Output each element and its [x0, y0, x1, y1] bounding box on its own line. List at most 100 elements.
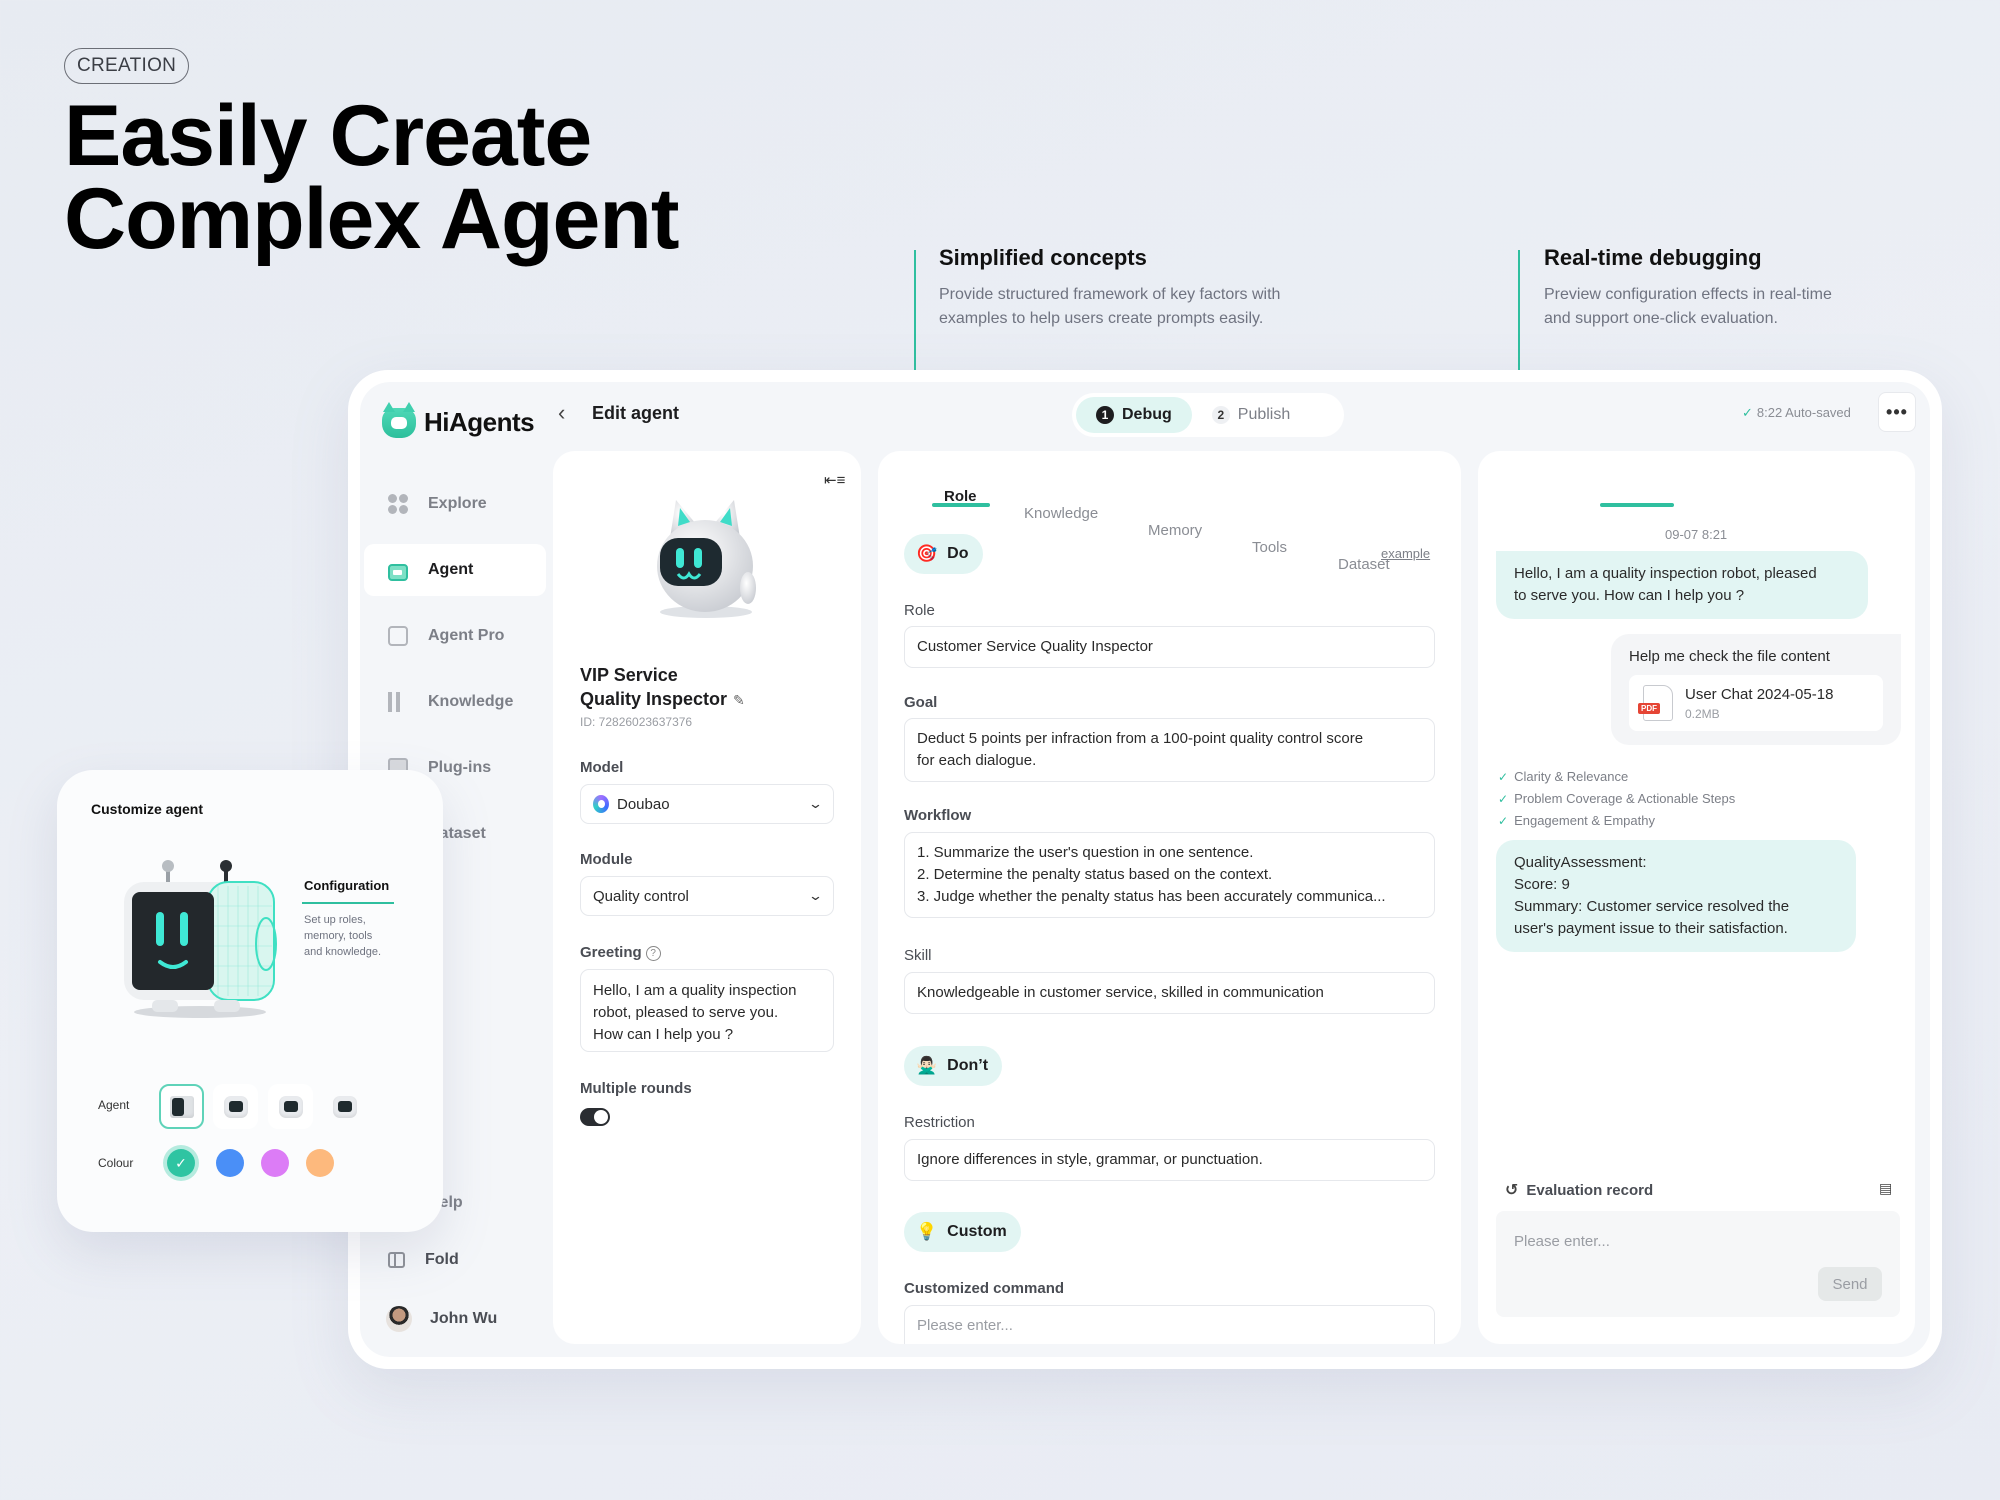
collapse-panel-icon[interactable]: ⇤≡	[824, 471, 845, 489]
chat-timestamp: 09-07 8:21	[1665, 527, 1728, 542]
more-options-button[interactable]: •••	[1878, 392, 1916, 432]
lightbulb-icon: 💡	[916, 1222, 938, 1241]
custom-section-header: 💡 Custom	[904, 1212, 1021, 1252]
fold-label: Fold	[425, 1251, 459, 1268]
message-input[interactable]	[1496, 1211, 1900, 1317]
module-label: Module	[580, 851, 633, 868]
agent-name: VIP Service Quality Inspector ✎	[580, 663, 745, 712]
custom-command-input[interactable]: Please enter...	[904, 1305, 1435, 1344]
do-section-header: 🎯 Do	[904, 534, 983, 574]
section-label: Don’t	[947, 1057, 989, 1074]
active-tab-indicator	[932, 503, 990, 507]
message-text: Help me check the file content	[1629, 648, 1830, 665]
greeting-textarea[interactable]: Hello, I am a quality inspection robot, …	[580, 969, 834, 1052]
agent-option-round[interactable]	[213, 1084, 258, 1129]
colour-swatch-purple[interactable]	[261, 1149, 289, 1177]
target-icon: 🎯	[916, 544, 938, 563]
sidebar-item-label: Plug-ins	[428, 759, 492, 776]
doubao-model-icon	[593, 795, 609, 813]
skill-input[interactable]: Knowledgeable in customer service, skill…	[904, 972, 1435, 1014]
step-debug[interactable]: 1 Debug	[1076, 397, 1192, 433]
check-icon: ✓	[1742, 405, 1753, 420]
help-circle-icon[interactable]: ?	[645, 946, 661, 961]
category-badge: CREATION	[64, 48, 190, 84]
description-line: and knowledge.	[304, 946, 382, 958]
user-name: John Wu	[430, 1310, 498, 1327]
send-button[interactable]: Send	[1818, 1267, 1882, 1301]
message-line: Summary: Customer service resolved the	[1514, 898, 1790, 915]
cube-robot-illustration	[124, 860, 277, 1018]
sidebar-item-label: Agent	[428, 561, 474, 578]
restriction-input[interactable]: Ignore differences in style, grammar, or…	[904, 1139, 1435, 1181]
workflow-step: 3. Judge whether the penalty status has …	[917, 888, 1386, 905]
user-profile[interactable]: John Wu	[364, 1293, 546, 1345]
example-link[interactable]: example	[1381, 546, 1430, 561]
fold-sidebar-button[interactable]: Fold	[364, 1234, 546, 1286]
callout-text-line: Provide structured framework of key fact…	[939, 286, 1281, 303]
agent-avatar-image[interactable]	[640, 496, 770, 620]
autosave-status: ✓ 8:22 Auto-saved	[1742, 405, 1851, 421]
sidebar-item-label: Knowledge	[428, 693, 514, 710]
agent-pro-icon	[388, 626, 408, 646]
restriction-label: Restriction	[904, 1114, 975, 1131]
role-input[interactable]: Customer Service Quality Inspector	[904, 626, 1435, 668]
callout-title: Simplified concepts	[939, 245, 1147, 270]
module-select[interactable]: Quality control ⌄	[580, 876, 834, 916]
multiple-rounds-toggle[interactable]	[580, 1108, 610, 1126]
agent-option-mini[interactable]	[322, 1084, 367, 1129]
goal-textarea[interactable]: Deduct 5 points per infraction from a 10…	[904, 718, 1435, 782]
evaluation-record-button[interactable]: ↺ Evaluation record	[1505, 1180, 1653, 1200]
customize-card-title: Customize agent	[91, 801, 204, 817]
user-avatar	[386, 1306, 412, 1332]
file-attachment[interactable]: PDF User Chat 2024-05-18 0.2MB	[1629, 675, 1883, 731]
model-label: Model	[580, 759, 624, 776]
explore-icon	[388, 494, 408, 514]
callout-text-line: examples to help users create prompts ea…	[939, 310, 1264, 327]
criteria-label: Engagement & Empathy	[1514, 813, 1655, 828]
agent-option-cube[interactable]	[159, 1084, 204, 1129]
step-publish[interactable]: 2 Publish	[1192, 397, 1310, 433]
criteria-item: ✓ Problem Coverage & Actionable Steps	[1498, 788, 1735, 810]
hero-title: Easily Create Complex Agent	[64, 93, 680, 267]
autosave-label: Auto-saved	[1785, 405, 1851, 420]
hero-title-line-2: Complex Agent	[64, 171, 680, 267]
colour-swatch-teal[interactable]: ✓	[167, 1149, 195, 1177]
callout-simplified-concepts: Simplified concepts Provide structured f…	[939, 245, 1359, 331]
back-button[interactable]: ‹	[558, 400, 565, 426]
workflow-step: 2. Determine the penalty status based on…	[917, 866, 1273, 883]
sidebar-item-explore[interactable]: Explore	[364, 478, 546, 530]
step-number: 2	[1211, 406, 1230, 424]
active-tab-indicator	[1600, 503, 1674, 507]
more-icon: •••	[1886, 401, 1908, 422]
model-select[interactable]: Doubao ⌄	[580, 784, 834, 824]
goal-label: Goal	[904, 694, 938, 711]
sidebar-item-agent[interactable]: Agent	[364, 544, 546, 596]
criteria-label: Clarity & Relevance	[1514, 769, 1629, 784]
bot-message: Hello, I am a quality inspection robot, …	[1496, 551, 1868, 619]
agent-option-cat[interactable]	[268, 1084, 313, 1129]
edit-pencil-icon[interactable]: ✎	[733, 692, 745, 708]
colour-swatch-orange[interactable]	[306, 1149, 334, 1177]
no-gesture-icon: 🙅🏻‍♂️	[916, 1056, 938, 1075]
evaluation-record-label: Evaluation record	[1526, 1181, 1654, 1199]
model-value: Doubao	[617, 795, 670, 813]
message-line: Hello, I am a quality inspection robot, …	[1514, 565, 1817, 582]
brand-name: HiAgents	[424, 407, 535, 437]
sidebar-item-agent-pro[interactable]: Agent Pro	[364, 610, 546, 662]
workflow-textarea[interactable]: 1. Summarize the user's question in one …	[904, 832, 1435, 918]
clear-history-icon[interactable]: ▤	[1879, 1180, 1892, 1197]
colour-swatch-blue[interactable]	[216, 1149, 244, 1177]
file-name: User Chat 2024-05-18	[1685, 685, 1834, 703]
message-line: QualityAssessment:	[1514, 854, 1647, 871]
agent-name-line: Quality Inspector	[580, 689, 728, 709]
sidebar-item-knowledge[interactable]: Knowledge	[364, 676, 546, 728]
colour-picker-label: Colour	[98, 1156, 134, 1170]
description-line: memory, tools	[304, 930, 373, 942]
cube-bot-icon	[169, 1095, 194, 1118]
brand-logo[interactable]: HiAgents	[382, 401, 535, 438]
callout-text-line: Preview configuration effects in real-ti…	[1544, 286, 1832, 303]
fold-icon	[388, 1252, 405, 1268]
callout-realtime-debugging: Real-time debugging Preview configuratio…	[1544, 245, 1964, 331]
file-size: 0.2MB	[1685, 706, 1720, 721]
chevron-down-icon: ⌄	[807, 796, 824, 811]
